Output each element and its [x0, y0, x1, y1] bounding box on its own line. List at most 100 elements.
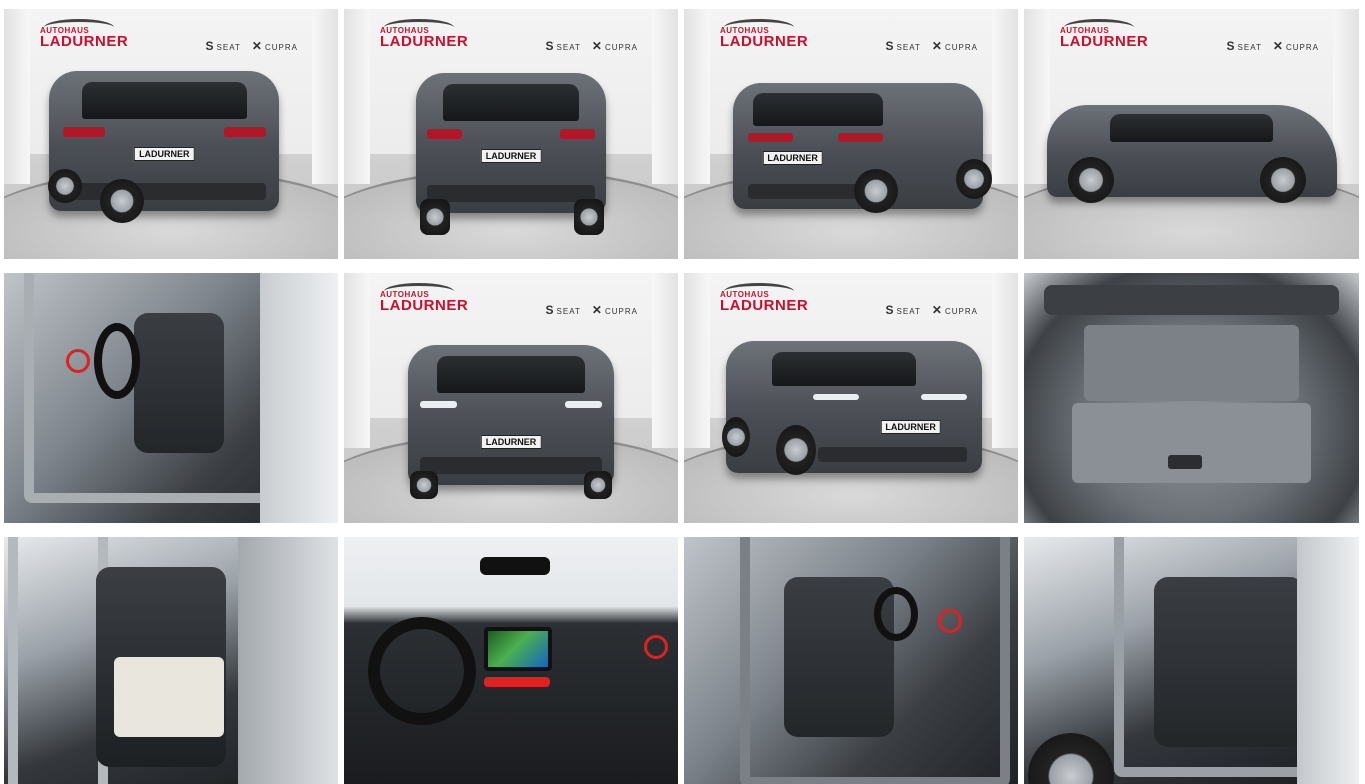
logo-arc-icon [384, 283, 454, 300]
car-headlight [564, 401, 602, 408]
gallery-photo-rear-seat-left[interactable] [4, 537, 338, 784]
photo-gallery-grid: AUTOHAUS LADURNER S SEAT ✕ CUPRA LADURNER … [0, 0, 1365, 784]
showroom-wall [992, 9, 1018, 184]
showroom-wall [312, 9, 338, 184]
gallery-photo-front[interactable]: AUTOHAUS LADURNER S SEAT ✕ CUPRA LADURNER [344, 273, 678, 523]
car-wheel [1068, 157, 1114, 203]
dealer-logo: AUTOHAUS LADURNER [720, 283, 809, 314]
showroom-wall [1333, 9, 1359, 184]
car-bumper [63, 183, 266, 200]
seat-logo-icon: S [885, 39, 895, 53]
logo-big-text: LADURNER [720, 33, 809, 50]
license-plate: LADURNER [480, 148, 542, 163]
steering-wheel-icon [94, 323, 140, 399]
air-vent-icon [938, 609, 962, 633]
license-plate: LADURNER [134, 146, 195, 161]
car-wheel [48, 169, 82, 203]
infotainment-screen-icon [484, 627, 552, 671]
seat-logo-icon: S [545, 303, 555, 317]
dealer-logo: AUTOHAUS LADURNER [40, 19, 129, 50]
logo-arc-icon [724, 283, 794, 300]
car-wheel [574, 199, 604, 235]
gallery-photo-rear-seat-right[interactable] [1024, 537, 1359, 784]
license-plate: LADURNER [762, 151, 823, 166]
logo-big-text: LADURNER [40, 33, 129, 50]
gallery-photo-rear-left[interactable]: AUTOHAUS LADURNER S SEAT ✕ CUPRA LADURNER [4, 9, 338, 259]
seat-brand-text: SEAT [896, 43, 921, 52]
dealer-logo: AUTOHAUS LADURNER [380, 19, 469, 50]
car-wheel [410, 471, 438, 499]
car-tail-light [63, 127, 105, 137]
logo-big-text: LADURNER [380, 33, 469, 50]
car-wheel [1260, 157, 1306, 203]
gallery-photo-rear[interactable]: AUTOHAUS LADURNER S SEAT ✕ CUPRA LADURNER [344, 9, 678, 259]
car-image: LADURNER [416, 73, 606, 213]
car-bumper [747, 183, 871, 199]
brand-marks: S SEAT ✕ CUPRA [878, 303, 978, 317]
door-frame [8, 537, 108, 784]
car-bumper [427, 185, 595, 202]
logo-big-text: LADURNER [720, 297, 809, 314]
showroom-wall [684, 273, 710, 448]
gallery-photo-side[interactable]: AUTOHAUS LADURNER S SEAT ✕ CUPRA [1024, 9, 1359, 259]
showroom-wall [652, 273, 678, 448]
gallery-photo-driver-door-interior[interactable] [4, 273, 338, 523]
rear-seat-backrest [1084, 325, 1299, 401]
seat-logo-icon: S [205, 39, 215, 53]
showroom-wall [4, 9, 30, 184]
car-bumper [818, 446, 967, 463]
car-rear-window [752, 93, 883, 126]
car-wheel [854, 169, 898, 213]
car-tail-light [427, 129, 462, 139]
car-image: LADURNER [49, 71, 280, 211]
license-plate: LADURNER [880, 420, 941, 435]
rearview-mirror-icon [480, 557, 550, 575]
car-rear-window [81, 82, 248, 119]
car-wheel [1028, 733, 1114, 784]
cupra-logo-icon: ✕ [591, 39, 603, 53]
seat-brand-text: SEAT [556, 307, 581, 316]
steering-wheel-icon [874, 587, 918, 641]
car-wheel [100, 179, 144, 223]
logo-big-text: LADURNER [380, 297, 469, 314]
brand-marks: S SEAT ✕ CUPRA [538, 303, 638, 317]
air-vent-icon [644, 635, 668, 659]
car-headlight [813, 393, 860, 401]
car-body-side [238, 537, 338, 784]
logo-arc-icon [1064, 19, 1134, 36]
car-image: LADURNER [408, 345, 614, 485]
car-wheel [956, 159, 992, 199]
gallery-photo-front-left[interactable]: AUTOHAUS LADURNER S SEAT ✕ CUPRA LADURNER [684, 273, 1018, 523]
cupra-brand-text: CUPRA [944, 307, 978, 316]
car-windshield [436, 356, 586, 393]
showroom-wall [992, 273, 1018, 448]
cupra-logo-icon: ✕ [931, 39, 943, 53]
seat-cushion [114, 657, 224, 737]
rear-seat [1154, 577, 1304, 747]
car-wheel [420, 199, 450, 235]
gallery-photo-front-seat-passenger[interactable] [684, 537, 1018, 784]
trunk-lid [1044, 285, 1339, 315]
steering-wheel-icon [368, 617, 476, 725]
trunk-latch-icon [1168, 455, 1202, 469]
seat-brand-text: SEAT [216, 43, 241, 52]
gallery-photo-rear-right[interactable]: AUTOHAUS LADURNER S SEAT ✕ CUPRA LADURNER [684, 9, 1018, 259]
car-headlight [420, 401, 458, 408]
showroom-wall [652, 9, 678, 184]
gallery-photo-trunk[interactable] [1024, 273, 1359, 523]
seat-logo-icon: S [1226, 39, 1236, 53]
gallery-photo-dashboard[interactable] [344, 537, 678, 784]
cupra-logo-icon: ✕ [931, 303, 943, 317]
car-wheel [776, 425, 816, 475]
car-bumper [420, 457, 602, 474]
logo-big-text: LADURNER [1060, 33, 1149, 50]
car-wheel [722, 417, 750, 457]
cupra-brand-text: CUPRA [264, 43, 298, 52]
air-vent-strip-icon [484, 677, 550, 687]
brand-marks: S SEAT ✕ CUPRA [198, 39, 298, 53]
car-side-window [1110, 114, 1273, 142]
cupra-brand-text: CUPRA [604, 307, 638, 316]
license-plate: LADURNER [480, 434, 542, 449]
car-rear-window [442, 84, 580, 121]
cupra-brand-text: CUPRA [1285, 43, 1319, 52]
